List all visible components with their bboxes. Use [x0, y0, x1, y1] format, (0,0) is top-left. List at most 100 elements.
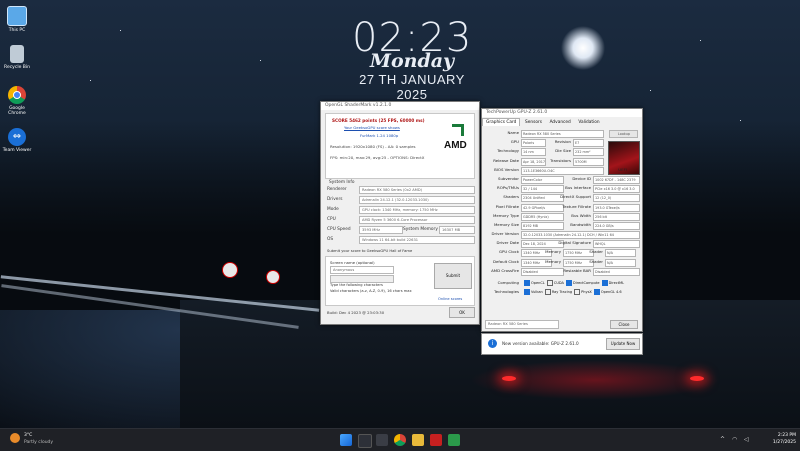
gpuz-taskbar-icon[interactable] [448, 434, 460, 446]
tab-sensors[interactable]: Sensors [522, 119, 545, 126]
gpuz-tabs: Graphics Card Sensors Advanced Validatio… [482, 118, 642, 126]
compare-score-link[interactable]: Your GeeksoGPU score shows [344, 125, 400, 130]
gpuz-field-label: Release Date [493, 157, 519, 163]
gpuz-field-value: N/A [605, 249, 636, 258]
ok-button[interactable]: OK [449, 307, 475, 318]
recycle-bin-icon [10, 45, 24, 63]
computing-row: Computing OpenCL CUDA DirectCompute Dire… [485, 279, 639, 288]
gpuz-row: Memory Size 8192 MB Bandwidth 224.0 GB/s [485, 221, 640, 230]
weather-temp: 3°C [24, 433, 33, 438]
wallpaper-road-sign [222, 262, 238, 278]
clock-date: 27 TH JANUARY 2025 [359, 72, 465, 102]
gpuz-field-value: 256 bit [593, 212, 640, 221]
update-now-button[interactable]: Update Now [606, 338, 640, 350]
desktop-icon-this-pc[interactable]: This PC [2, 6, 32, 33]
gpuz-field-value: PCIe x16 3.0 @ x16 3.0 [593, 185, 640, 194]
desktop-icon-label: Recycle Bin [4, 65, 30, 70]
technologies-row: Technologies Vulkan Ray Tracing PhysX Op… [485, 288, 639, 297]
gpuz-field-value: 224.0 GB/s [593, 221, 640, 230]
row-label: CPU Speed [327, 227, 351, 232]
feature-opencl: OpenCL [531, 281, 545, 285]
computing-label: Computing [497, 280, 519, 285]
score-line: SCORE 5462 points (25 FPS, 60000 ms) [332, 118, 425, 123]
gpuz-field-value: Disabled [593, 267, 640, 276]
username-label: Screen name (optional) [330, 260, 375, 265]
gpuz-row: Technology 14 nm Die Size 232 mm² [485, 147, 639, 157]
gpu-selector-dropdown[interactable]: Radeon RX 580 Series [485, 320, 559, 329]
submit-button[interactable]: Submit [434, 263, 472, 289]
checkbox-icon [601, 280, 608, 286]
gpuz-field-value: 5700M [573, 157, 604, 166]
checkbox-icon [593, 289, 600, 296]
row-label: OS [327, 237, 334, 242]
gpuz-field-label: Transistors [550, 157, 571, 163]
info-icon: i [488, 339, 497, 348]
row-label: CPU [327, 217, 336, 222]
volume-icon[interactable]: ◁ [744, 436, 749, 443]
weather-icon[interactable] [10, 433, 20, 443]
gpuz-row: AMD CrossFire Disabled Resizable BAR Disabl… [485, 267, 640, 276]
gpuz-window-title: TechPowerUp GPU-Z 2.61.0 [482, 109, 642, 117]
wallpaper-taillight-right [690, 376, 704, 381]
lookup-button[interactable]: Lookup [609, 130, 638, 138]
update-notice-text: New version available: GPU-Z 2.61.0 [502, 341, 579, 346]
captcha-image [330, 275, 394, 283]
clock-day: Monday [369, 50, 455, 72]
build-label: Build: Dec 4 2023 @ 23:03:30 [327, 310, 385, 315]
amd-logo: AMD [444, 124, 470, 164]
gpuz-field-label: Shaders [503, 194, 519, 200]
gpuz-field-value: E7 [573, 139, 604, 148]
desktop-icon-google-chrome[interactable]: Google Chrome [2, 86, 32, 116]
gpuz-field-value: 32.0.12033.1030 (Adrenalin 24.12.1) DCH … [521, 231, 640, 240]
gpuz-field-label: Default Clock [492, 258, 519, 264]
chrome-icon [8, 86, 26, 104]
settings-line: FurMark 1.24 1080p [360, 133, 399, 138]
username-input[interactable]: Anonymous [330, 266, 394, 274]
gpuz-row: ROPs/TMUs 32 / 144 Bus Interface PCIe x16 3… [485, 184, 640, 194]
gpuz-field-label: AMD CrossFire [491, 267, 519, 273]
start-windows-icon[interactable] [340, 434, 352, 446]
search-icon[interactable] [358, 434, 372, 448]
benchmark-taskbar-icon[interactable] [430, 434, 442, 446]
chrome-taskbar-icon[interactable] [394, 434, 406, 446]
row-label: Renderer [327, 187, 347, 192]
update-notice: i New version available: GPU-Z 2.61.0 Up… [481, 333, 643, 355]
desktop-icon-label: Team Viewer [2, 148, 32, 153]
feature-directml: DirectML [608, 281, 625, 285]
gpuz-row: Driver Version 32.0.12033.1030 (Adrenalin… [485, 230, 640, 240]
amd-wordmark: AMD [444, 140, 467, 151]
task-view-icon[interactable] [376, 434, 388, 446]
tab-graphics-card[interactable]: Graphics Card [482, 118, 521, 126]
captcha-help: Valid characters (a-z, A-Z, 0-9), 16 cha… [330, 289, 412, 293]
captcha-label: Type the following characters [330, 283, 383, 287]
feature-ray-tracing: Ray Tracing [551, 290, 573, 295]
gpuz-field-label: Shader [589, 249, 603, 255]
gpuz-field-value: 232 mm² [573, 148, 604, 157]
taskbar-clock-date[interactable]: 1/27/2025 [762, 440, 796, 445]
gpuz-field-label: Device ID [572, 175, 591, 181]
row-label: Mode [327, 207, 339, 212]
memory-value: 16307 MB [439, 226, 475, 234]
checkbox-icon [546, 280, 553, 286]
wifi-icon[interactable]: ◠ [732, 436, 737, 443]
gpuz-field-value: 12 (12_0) [593, 194, 640, 203]
teamviewer-icon: ⇔ [8, 128, 26, 146]
chevron-up-icon[interactable]: ^ [720, 436, 725, 443]
gpuz-field-label: Bus Interface [565, 185, 591, 191]
gpuz-row: Pixel Fillrate 42.9 GPixel/s Texture Fillr… [485, 203, 640, 212]
submit-score-panel: Screen name (optional) Anonymous Type th… [325, 256, 475, 306]
desktop-icon-recycle-bin[interactable]: Recycle Bin [2, 45, 32, 70]
tab-validation[interactable]: Validation [575, 119, 602, 126]
file-explorer-icon[interactable] [412, 434, 424, 446]
tab-advanced[interactable]: Advanced [547, 119, 574, 126]
desktop-icon-teamviewer[interactable]: ⇔ Team Viewer [2, 128, 32, 153]
feature-vulkan: Vulkan [531, 290, 543, 295]
memory-label: System Memory [403, 227, 438, 232]
gpuz-row: Subvendor PowerColor Device ID 1002 67DF - … [485, 175, 640, 184]
gpuz-name-value: Radeon RX 580 Series [521, 130, 604, 138]
close-button[interactable]: Close [610, 320, 638, 329]
taskbar-clock-time[interactable]: 2:23 PM [762, 433, 796, 438]
mode-value: GPU clock: 1340 MHz, memory: 1750 MHz [359, 206, 475, 214]
online-scores-link[interactable]: Online scores [438, 297, 462, 301]
gpuz-field-value: 193.0 GTexel/s [593, 203, 640, 212]
